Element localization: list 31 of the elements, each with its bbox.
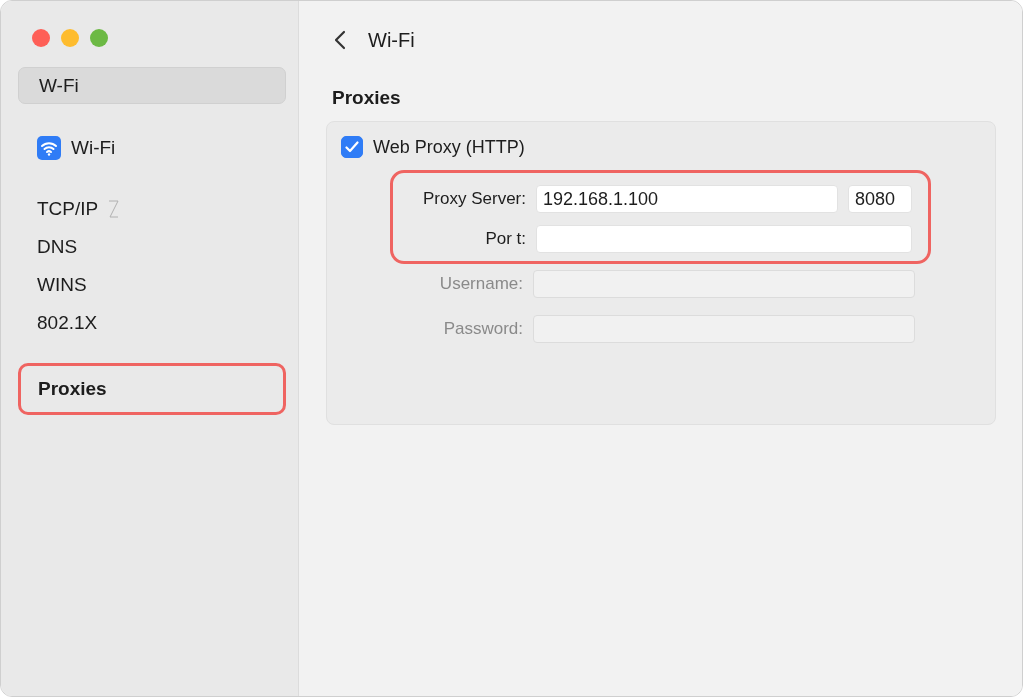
item-label: W-Fi	[39, 74, 79, 97]
back-icon[interactable]	[334, 30, 346, 50]
text-field[interactable]: 192.168.1.100	[536, 185, 838, 213]
minimize-button[interactable]	[61, 29, 79, 47]
item-label: Wi-Fi	[71, 137, 116, 159]
item-label: DNS	[37, 236, 78, 258]
sidebar-item[interactable]: Proxies	[18, 363, 286, 415]
text-field[interactable]	[536, 225, 912, 253]
sidebar-item[interactable]: W-Fi	[18, 67, 286, 104]
sidebar-item[interactable]: Wi-Fi	[18, 128, 286, 168]
item-label: WINS	[37, 274, 87, 296]
field-label: Password:	[442, 319, 523, 339]
sidebar-item[interactable]: 802.1X	[18, 304, 286, 342]
item-label: 802.1X	[37, 312, 98, 334]
wifi-icon	[37, 136, 61, 160]
port-field[interactable]: 8080	[848, 185, 912, 213]
checkbox[interactable]	[341, 136, 363, 158]
item-label: Proxies	[38, 378, 107, 400]
checkmark-icon	[345, 141, 359, 153]
field-label: Username:	[438, 274, 523, 294]
item-label: TCP/IP	[37, 198, 99, 220]
sidebar-item[interactable]: TCP/IP	[18, 190, 286, 228]
field-label: Proxy Server:	[422, 189, 526, 209]
field-label: Por t:	[484, 229, 526, 249]
zoom-button[interactable]	[90, 29, 108, 47]
sidebar-item[interactable]: WINS	[18, 266, 286, 304]
sidebar-item[interactable]: DNS	[18, 228, 286, 266]
close-button[interactable]	[32, 29, 50, 47]
page-title: Wi-Fi	[368, 28, 415, 52]
checkbox-label: Web Proxy (HTTP)	[373, 136, 525, 158]
section-title: Proxies	[332, 87, 402, 109]
